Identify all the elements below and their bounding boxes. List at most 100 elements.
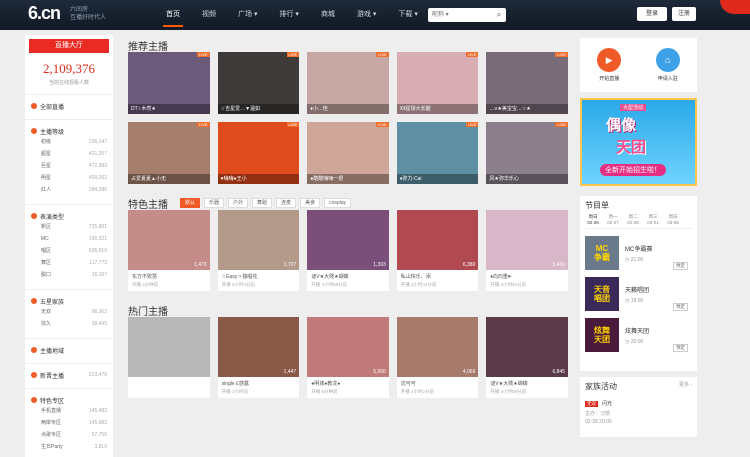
sidebar-item[interactable]: 点歌专区 57,756 bbox=[25, 429, 113, 441]
stream-name: DT♀木然★ bbox=[128, 104, 210, 114]
search-icon[interactable]: ⌕ bbox=[492, 8, 506, 22]
filter-tag[interactable]: 户外 bbox=[228, 198, 249, 208]
stream-name: 谜Ⅴ★大贱★蝴蝶 bbox=[311, 274, 349, 280]
stream-name: 风★弥华乐心 bbox=[486, 174, 568, 184]
stream-name: 沈可可 bbox=[400, 381, 416, 387]
sidebar-item[interactable]: 脱口 16,167 bbox=[25, 269, 113, 281]
family-item[interactable]: 无双 闪光 bbox=[585, 400, 692, 407]
schedule-program[interactable]: 炫舞 天团 炫舞天团 ◷ 20:00 预定 bbox=[585, 318, 692, 352]
stream-name: 占爱夏夏▲小无 bbox=[128, 174, 210, 184]
all-live-icon bbox=[31, 103, 37, 109]
stream-card[interactable]: 4,066 沈可可开播 4小时2分前 bbox=[396, 317, 479, 398]
nav-item-rank[interactable]: 排行 ▾ bbox=[268, 0, 309, 30]
sidebar-item[interactable]: 无双 96,363 bbox=[25, 306, 113, 318]
nav-item-square[interactable]: 广场 ▾ bbox=[227, 0, 268, 30]
schedule-day-tab[interactable]: 周三 03-01 bbox=[645, 214, 661, 225]
stream-card[interactable]: 1,416 ♦向向重♥- 开播 4小时51分前 bbox=[486, 210, 568, 291]
nav-item-download[interactable]: 下载 ▾ bbox=[387, 0, 428, 30]
stream-thumbnail: 4,066 bbox=[396, 317, 479, 377]
hot-grid: 1,447 single £感露 开播 1小时前 5,360 ●明城●教龙● 开播 5分钟… bbox=[128, 317, 568, 398]
site-logo[interactable]: 6.cn bbox=[28, 3, 61, 24]
start-live-button[interactable]: ▶ 开始直播 bbox=[597, 48, 622, 82]
stream-tile[interactable]: LIVE DT♀木然★ bbox=[128, 52, 210, 114]
live-hall-button[interactable]: 直播大厅 bbox=[29, 39, 109, 53]
nav-item-store[interactable]: 商城 bbox=[310, 0, 346, 30]
sidebar-item-new[interactable]: 新晋主播 223,476 bbox=[25, 370, 113, 380]
nav-item-games[interactable]: 游戏 ▾ bbox=[346, 0, 387, 30]
stream-tile[interactable]: LIVE …ⅴ★美宝宝…☆★ bbox=[486, 52, 568, 114]
sidebar-item[interactable]: 明星 409,262 bbox=[25, 172, 113, 184]
schedule-panel: 节目单 周日 02-26 周一 02-27 周二 02-28 周三 03-01 周日 0… bbox=[580, 196, 697, 371]
view-count: 4,066 bbox=[462, 369, 476, 375]
family-more-link[interactable]: 更多 › bbox=[679, 381, 692, 392]
sidebar-item[interactable]: 手机直播 145,483 bbox=[25, 405, 113, 417]
sidebar-item[interactable]: 炫久 38,449 bbox=[25, 318, 113, 330]
stream-card[interactable]: 1,727 ☆Easy〃独唱花 开播 3小时4分前 bbox=[217, 210, 300, 291]
login-button[interactable]: 登录 bbox=[637, 7, 667, 21]
sidebar-item-all-live[interactable]: 全部直播 bbox=[25, 101, 113, 111]
special-grid: 1,473 东方不败慧 开播 4分钟前 1,727 ☆Easy〃独唱花 开播 3小时4分前… bbox=[128, 210, 568, 291]
stream-thumbnail bbox=[128, 317, 210, 377]
stream-tile[interactable]: LIVE ♦弥力-Cai bbox=[396, 122, 479, 184]
stream-tile[interactable]: LIVE ⅩⅡ星球大长腿 bbox=[396, 52, 479, 114]
stream-tile[interactable]: LIVE ♦小…佳 bbox=[307, 52, 389, 114]
filter-tag[interactable]: 舞蹈 bbox=[252, 198, 273, 208]
sidebar-item[interactable]: 初级 236,147 bbox=[25, 136, 113, 148]
idol-group-banner[interactable]: 大型活动 偶像 天团 全新开始招生啦！ bbox=[580, 98, 697, 186]
schedule-program[interactable]: 天音 唱团 天籁唱团 ◷ 19:00 预定 bbox=[585, 277, 692, 311]
program-thumbnail: 炫舞 天团 bbox=[585, 318, 619, 352]
filter-tag[interactable]: 乐器 bbox=[204, 198, 225, 208]
reserve-button[interactable]: 预定 bbox=[673, 344, 688, 352]
sidebar-item[interactable]: 唱区 605,019 bbox=[25, 245, 113, 257]
sidebar-item[interactable]: 红人 284,286 bbox=[25, 184, 113, 196]
nav-item-video[interactable]: 视频 bbox=[191, 0, 227, 30]
schedule-day-tab[interactable]: 周一 02-27 bbox=[605, 214, 621, 225]
filter-tag[interactable]: 美食 bbox=[300, 198, 321, 208]
stream-tile[interactable]: LIVE 占爱夏夏▲小无 bbox=[128, 122, 210, 184]
nav-item-home[interactable]: 首页 bbox=[155, 0, 191, 30]
sidebar-item[interactable]: MC 190,321 bbox=[25, 233, 113, 245]
sidebar-section-special[interactable]: 特色专区 bbox=[25, 395, 113, 405]
schedule-day-tab[interactable]: 周二 02-28 bbox=[625, 214, 641, 225]
sidebar-section-level[interactable]: 主播等级 bbox=[25, 126, 113, 136]
reserve-button[interactable]: 预定 bbox=[673, 262, 688, 270]
sidebar-item[interactable]: 巨星 472,983 bbox=[25, 160, 113, 172]
register-button[interactable]: 注册 bbox=[672, 7, 696, 21]
filter-tag[interactable]: 默认 bbox=[180, 198, 201, 208]
stream-card[interactable] bbox=[128, 317, 210, 398]
main-nav: 首页 视频 广场 ▾ 排行 ▾ 商城 游戏 ▾ 下载 ▾ bbox=[155, 0, 429, 30]
schedule-day-tab[interactable]: 周日 02-26 bbox=[585, 214, 601, 225]
stream-tile[interactable]: LIVE ♥嗨嗨●王小 bbox=[217, 122, 300, 184]
stream-card[interactable]: 1,447 single £感露 开播 1小时前 bbox=[217, 317, 300, 398]
apply-join-button[interactable]: ⌂ 申请入驻 bbox=[655, 48, 680, 82]
stream-name: ♥嗨嗨●王小 bbox=[217, 174, 300, 184]
sidebar-item[interactable]: 超星 421,257 bbox=[25, 148, 113, 160]
schedule-day-tab[interactable]: 周日 03-05 bbox=[665, 214, 681, 225]
sidebar-item-region[interactable]: 主播地域 bbox=[25, 345, 113, 355]
stream-time: 开播 4小时2分前 bbox=[400, 389, 435, 394]
top-navigation-bar: 6.cn 六间房 互播好时代人 首页 视频 广场 ▾ 排行 ▾ 商城 游戏 ▾ … bbox=[0, 0, 750, 30]
stream-tile[interactable]: LIVE ☆吉星爱…▼温如 bbox=[217, 52, 300, 114]
sidebar-item[interactable]: 生日Party 3,810 bbox=[25, 441, 113, 453]
family-name: 闪光 bbox=[602, 401, 613, 407]
stream-card[interactable]: 6,380 私山快乐、添 开播 3小时41分前 bbox=[396, 210, 479, 291]
stream-card[interactable]: 1,473 东方不败慧 开播 4分钟前 bbox=[128, 210, 210, 291]
stream-card[interactable]: 1,393 谜Ⅴ★大贱★蝴蝶 开播 4小时58分前 bbox=[307, 210, 389, 291]
reserve-button[interactable]: 预定 bbox=[673, 303, 688, 311]
stream-card[interactable]: 5,360 ●明城●教龙● 开播 5分钟前 bbox=[307, 317, 389, 398]
filter-tag[interactable]: 连麦 bbox=[276, 198, 297, 208]
filter-tag[interactable]: cosplay bbox=[324, 198, 352, 208]
view-count: 1,727 bbox=[283, 262, 297, 268]
sidebar-section-family[interactable]: 五星家族 bbox=[25, 296, 113, 306]
sidebar-item[interactable]: 舞区 117,773 bbox=[25, 257, 113, 269]
live-badge: LIVE bbox=[376, 52, 389, 57]
stream-tile[interactable]: LIVE ●酷酷嗨嗨一把 bbox=[307, 122, 389, 184]
online-count: 2,109,376 bbox=[43, 61, 95, 76]
recommend-row-1: LIVE DT♀木然★ LIVE ☆吉星爱…▼温如 LIVE ♦小…佳 LIVE ⅩⅡ星球大长… bbox=[128, 52, 568, 114]
sidebar-item[interactable]: 两岸专区 145,682 bbox=[25, 417, 113, 429]
sidebar-item[interactable]: 新区 725,881 bbox=[25, 221, 113, 233]
stream-tile[interactable]: LIVE 风★弥华乐心 bbox=[486, 122, 568, 184]
schedule-program[interactable]: MC 争霸 MC争霸赛 ◷ 21:00 预定 bbox=[585, 236, 692, 270]
stream-card[interactable]: 6,845 谜Ⅴ★大贱★蝴蝶 开播 4小时58分前 bbox=[486, 317, 568, 398]
sidebar-section-type[interactable]: 表演类型 bbox=[25, 211, 113, 221]
